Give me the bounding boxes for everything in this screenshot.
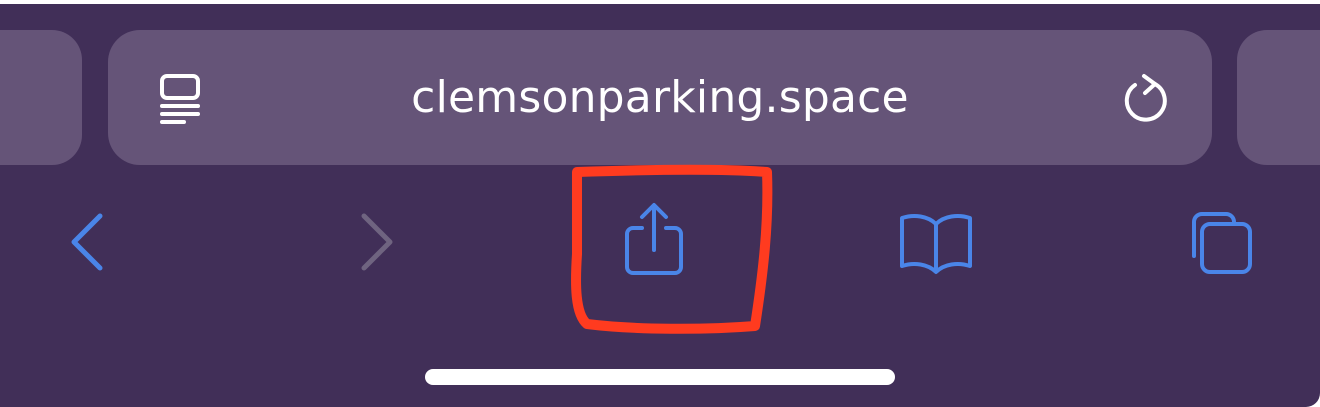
chevron-left-icon bbox=[71, 213, 103, 271]
book-icon bbox=[900, 214, 972, 274]
previous-tab-preview[interactable] bbox=[0, 30, 82, 165]
share-button[interactable] bbox=[604, 194, 704, 294]
reload-icon bbox=[1124, 74, 1167, 122]
reload-button[interactable] bbox=[1114, 68, 1178, 132]
tabs-icon bbox=[1192, 212, 1252, 274]
back-button[interactable] bbox=[38, 194, 138, 294]
bookmarks-button[interactable] bbox=[886, 194, 986, 294]
home-indicator[interactable] bbox=[425, 369, 895, 385]
address-bar[interactable]: clemsonparking.space bbox=[108, 30, 1212, 165]
chevron-right-icon bbox=[361, 213, 393, 271]
share-icon bbox=[625, 203, 683, 275]
next-tab-preview[interactable] bbox=[1237, 30, 1320, 165]
tabs-button[interactable] bbox=[1168, 194, 1268, 294]
browser-bottom-bar: clemsonparking.space bbox=[0, 4, 1320, 407]
forward-button[interactable] bbox=[326, 194, 426, 294]
url-text[interactable]: clemsonparking.space bbox=[108, 30, 1212, 165]
